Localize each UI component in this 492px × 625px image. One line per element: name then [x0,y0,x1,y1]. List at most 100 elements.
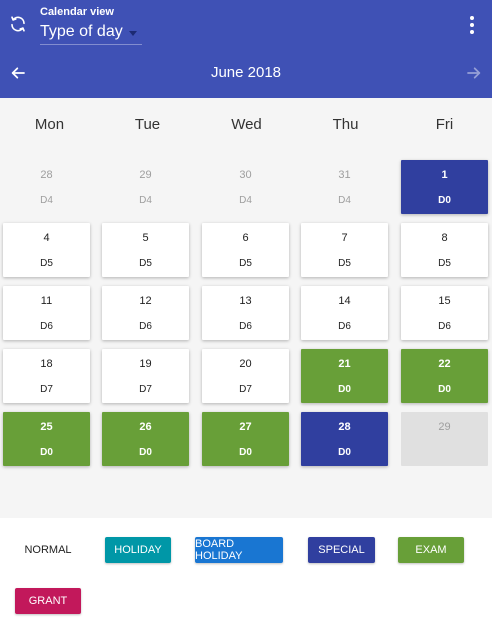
day-code: D0 [139,447,152,458]
day-code: D4 [239,195,252,206]
dropdown-caret-icon [128,30,137,36]
day-cell[interactable]: 30 D4 [202,160,289,214]
day-cell[interactable]: 12 D6 [102,286,189,340]
day-number: 22 [438,358,451,370]
day-type-legend: NORMAL HOLIDAY BOARD HOLIDAY SPECIAL EXA… [0,518,492,625]
day-number: 15 [438,295,451,307]
weekday-header: Mon Tue Wed Thu Fri [0,116,492,136]
day-number: 18 [40,358,53,370]
day-cell[interactable]: 13 D6 [202,286,289,340]
day-code: D0 [239,447,252,458]
legend-exam[interactable]: EXAM [398,537,464,563]
day-number: 25 [40,421,53,433]
day-code: D6 [40,321,53,332]
day-code: D0 [438,195,451,206]
app-bar: Calendar view Type of day June 2018 [0,0,492,98]
day-cell[interactable]: 29 D4 [102,160,189,214]
day-number: 21 [338,358,351,370]
day-number: 7 [341,232,348,244]
more-vert-icon[interactable] [462,14,482,36]
day-code: D7 [239,384,252,395]
day-code: D6 [438,321,451,332]
day-code: D0 [338,447,351,458]
weekday-label: Mon [34,116,65,133]
day-code: D6 [239,321,252,332]
day-code: D4 [139,195,152,206]
day-number: 19 [139,358,152,370]
day-code: D6 [139,321,152,332]
day-code: D7 [40,384,53,395]
day-code: D5 [338,258,351,269]
weekday-label: Thu [332,116,359,133]
day-cell: 29 [401,412,488,466]
day-code: D6 [338,321,351,332]
weekday-label: Tue [134,116,161,133]
calendar-app: Calendar view Type of day June 2018 Mon … [0,0,492,625]
day-cell[interactable]: 21 D0 [301,349,388,403]
day-cell[interactable]: 28 D0 [301,412,388,466]
day-number: 26 [139,421,152,433]
day-code: D4 [338,195,351,206]
day-number: 29 [438,421,451,433]
day-cell[interactable]: 4 D5 [3,223,90,277]
day-cell[interactable]: 31 D4 [301,160,388,214]
day-cell[interactable]: 14 D6 [301,286,388,340]
day-number: 8 [441,232,448,244]
day-number: 12 [139,295,152,307]
month-navigation: June 2018 [0,48,492,98]
day-number: 20 [239,358,252,370]
toolbar: Calendar view Type of day [0,0,492,48]
day-cell[interactable]: 8 D5 [401,223,488,277]
day-cell[interactable]: 20 D7 [202,349,289,403]
sync-icon[interactable] [8,14,28,34]
day-number: 6 [242,232,249,244]
day-cell[interactable]: 11 D6 [3,286,90,340]
legend-grant[interactable]: GRANT [15,588,81,614]
day-code: D5 [239,258,252,269]
arrow-right-icon [464,63,484,83]
day-number: 30 [239,169,252,181]
day-cell[interactable]: 15 D6 [401,286,488,340]
weekday-label: Fri [435,116,454,133]
day-cell[interactable]: 1 D0 [401,160,488,214]
day-number: 13 [239,295,252,307]
weekday-label: Wed [231,116,262,133]
day-number: 1 [441,169,448,181]
day-number: 28 [338,421,351,433]
day-cell[interactable]: 18 D7 [3,349,90,403]
day-code: D5 [438,258,451,269]
day-code: D5 [139,258,152,269]
day-code: D0 [438,384,451,395]
day-cell[interactable]: 28 D4 [3,160,90,214]
day-number: 11 [40,295,53,307]
legend-normal[interactable]: NORMAL [16,537,80,563]
view-type-select[interactable]: Type of day [40,22,142,45]
day-number: 28 [40,169,53,181]
day-cell[interactable]: 19 D7 [102,349,189,403]
legend-holiday[interactable]: HOLIDAY [105,537,171,563]
day-number: 5 [142,232,149,244]
day-number: 29 [139,169,152,181]
day-code: D4 [40,195,53,206]
day-code: D5 [40,258,53,269]
legend-special[interactable]: SPECIAL [308,537,375,563]
day-cell[interactable]: 5 D5 [102,223,189,277]
day-code: D0 [338,384,351,395]
day-number: 4 [43,232,50,244]
day-cell[interactable]: 25 D0 [3,412,90,466]
legend-board-holiday[interactable]: BOARD HOLIDAY [195,537,283,563]
view-type-value: Type of day [40,23,123,40]
day-cell[interactable]: 22 D0 [401,349,488,403]
day-cell[interactable]: 27 D0 [202,412,289,466]
day-number: 31 [338,169,351,181]
day-number: 27 [239,421,252,433]
day-code: D7 [139,384,152,395]
day-cell[interactable]: 6 D5 [202,223,289,277]
view-caption: Calendar view [40,6,114,18]
calendar-grid: Mon Tue Wed Thu Fri 28 D4 29 D4 30 D4 31 D4 … [0,98,492,518]
day-cell[interactable]: 7 D5 [301,223,388,277]
day-code: D0 [40,447,53,458]
month-title: June 2018 [210,64,282,81]
day-number: 14 [338,295,351,307]
day-cell[interactable]: 26 D0 [102,412,189,466]
